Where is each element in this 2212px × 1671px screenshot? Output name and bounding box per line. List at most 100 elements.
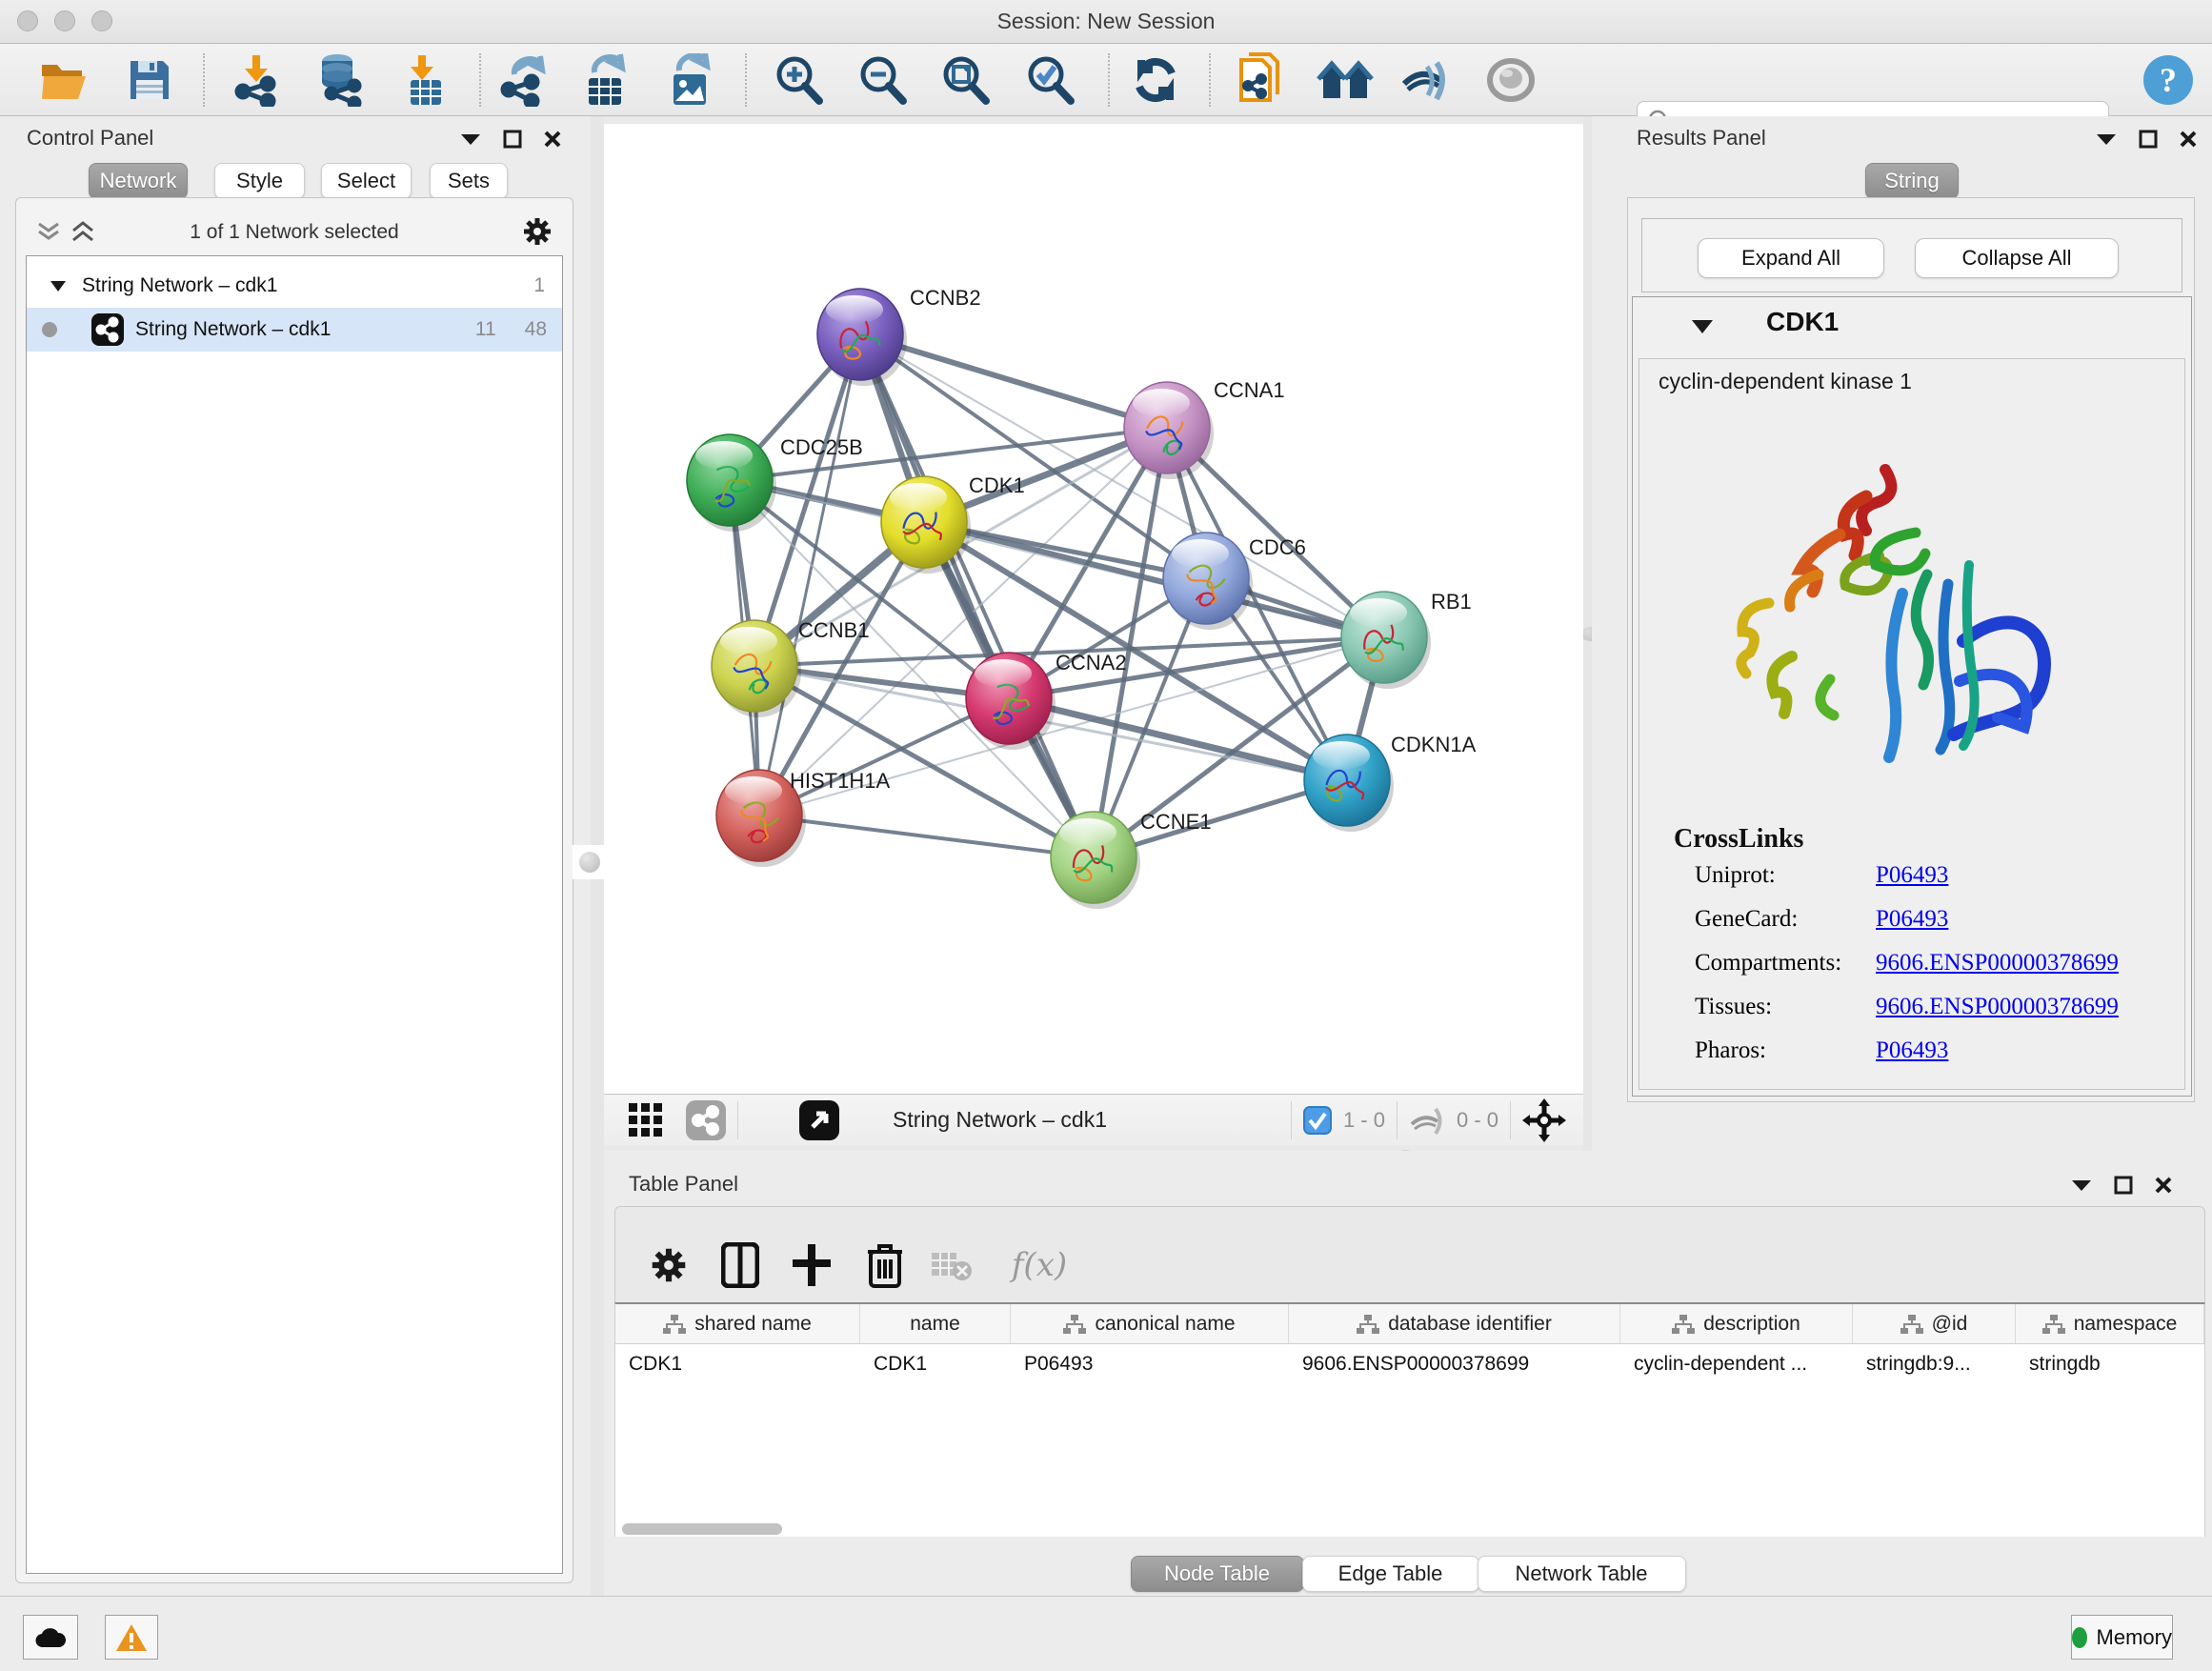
export-image-icon[interactable] [661, 51, 718, 109]
network-edge-CCNB2-HIST1H1A[interactable] [759, 334, 860, 815]
expand-all-button[interactable]: Expand All [1698, 238, 1884, 278]
collapse-panel-icon[interactable] [2070, 1178, 2093, 1193]
help-icon[interactable]: ? [2140, 51, 2197, 109]
column-header-canonical-name[interactable]: canonical name [1011, 1304, 1289, 1343]
table-horizontal-scrollbar[interactable] [614, 1521, 2205, 1537]
network-edge-HIST1H1A-CCNE1[interactable] [759, 815, 1094, 857]
delete-column-trash-icon[interactable] [855, 1236, 915, 1295]
column-header-namespace[interactable]: namespace [2016, 1304, 2204, 1343]
network-options-gear-icon[interactable] [521, 215, 553, 248]
float-panel-icon[interactable] [2139, 130, 2158, 149]
node-label-CDC6: CDC6 [1249, 535, 1306, 559]
add-column-icon[interactable] [782, 1236, 841, 1295]
table-cell[interactable]: cyclin-dependent ... [1620, 1344, 1853, 1386]
string-style-icon[interactable] [686, 1100, 726, 1140]
node-label-CCNA1: CCNA1 [1214, 378, 1285, 402]
left-splitter-handle[interactable] [573, 845, 607, 879]
cloud-status-button[interactable] [23, 1615, 78, 1660]
tab-edge-table[interactable]: Edge Table [1302, 1556, 1479, 1592]
close-panel-icon[interactable] [2154, 1176, 2173, 1195]
import-network-database-icon[interactable] [310, 51, 367, 109]
collapse-all-button[interactable]: Collapse All [1915, 238, 2119, 278]
section-expander-icon[interactable] [1690, 318, 1715, 335]
close-panel-icon[interactable] [543, 130, 562, 149]
node-label-CCNE1: CCNE1 [1140, 810, 1212, 834]
tab-style[interactable]: Style [214, 163, 305, 199]
save-session-icon[interactable] [121, 51, 178, 109]
protein-structure-image [1678, 441, 2078, 841]
crosslink-link[interactable]: P06493 [1876, 862, 1948, 889]
column-header-database-identifier[interactable]: database identifier [1289, 1304, 1620, 1343]
refresh-layout-icon[interactable] [1127, 51, 1184, 109]
column-header-shared-name[interactable]: shared name [615, 1304, 860, 1343]
selected-nodes-checkbox-icon[interactable] [1303, 1106, 1332, 1135]
tab-node-table[interactable]: Node Table [1131, 1556, 1304, 1592]
tab-select[interactable]: Select [321, 163, 412, 199]
zoom-out-icon[interactable] [854, 51, 911, 109]
close-panel-icon[interactable] [2179, 130, 2198, 149]
node-count: 11 [475, 318, 496, 341]
tab-network-table[interactable]: Network Table [1478, 1556, 1686, 1592]
network-collection-label: String Network – cdk1 [82, 274, 277, 297]
tab-string[interactable]: String [1865, 163, 1959, 199]
home-icon[interactable] [1317, 51, 1374, 109]
table-settings-gear-icon[interactable] [639, 1236, 698, 1295]
delete-table-icon [922, 1236, 981, 1295]
title-bar: Session: New Session [0, 0, 2212, 44]
export-network-icon[interactable] [494, 51, 552, 109]
memory-button[interactable]: Memory [2071, 1615, 2173, 1660]
export-table-icon[interactable] [576, 51, 633, 109]
show-eye-icon[interactable] [1482, 51, 1539, 109]
import-table-icon[interactable] [396, 51, 453, 109]
show-columns-icon[interactable] [711, 1236, 770, 1295]
hide-selected-eye-icon[interactable] [1398, 51, 1455, 109]
node-label-CDKN1A: CDKN1A [1391, 733, 1477, 756]
network-collection-row[interactable]: String Network – cdk1 1 [27, 264, 562, 308]
tree-expander-icon[interactable] [50, 280, 67, 292]
expand-collapse-box: Expand All Collapse All [1641, 218, 2182, 292]
scrollbar-thumb[interactable] [622, 1523, 782, 1535]
table-cell[interactable]: stringdb [2016, 1344, 2204, 1386]
collapse-panel-icon[interactable] [2095, 131, 2118, 147]
network-graph[interactable]: CCNB2CCNA1CDC25BCDK1CDC6RB1CCNB1CCNA2CDK… [604, 124, 1583, 1094]
fit-content-crosshair-icon[interactable] [1522, 1098, 1566, 1142]
network-row-selected[interactable]: String Network – cdk1 11 48 [27, 308, 562, 352]
toolbar-separator [203, 53, 205, 107]
control-panel-title: Control Panel [27, 126, 153, 151]
open-in-window-icon[interactable] [799, 1100, 839, 1140]
column-header-description[interactable]: description [1620, 1304, 1853, 1343]
network-edge-CCNB2-CCNE1[interactable] [860, 334, 1094, 857]
column-header-name[interactable]: name [860, 1304, 1011, 1343]
network-view-canvas[interactable]: CCNB2CCNA1CDC25BCDK1CDC6RB1CCNB1CCNA2CDK… [604, 124, 1583, 1094]
crosslink-label: GeneCard: [1695, 906, 1798, 932]
float-panel-icon[interactable] [503, 130, 522, 149]
zoom-selected-icon[interactable] [1021, 51, 1078, 109]
table-cell[interactable]: stringdb:9... [1853, 1344, 2016, 1386]
table-cell[interactable]: P06493 [1011, 1344, 1289, 1386]
crosslink-link[interactable]: P06493 [1876, 1037, 1948, 1064]
tab-sets[interactable]: Sets [430, 163, 508, 199]
tab-network[interactable]: Network [89, 163, 188, 199]
toolbar-separator [745, 53, 747, 107]
network-edge-CCNB2-CCNA1[interactable] [860, 334, 1167, 428]
table-cell[interactable]: CDK1 [615, 1344, 860, 1386]
collapse-panel-icon[interactable] [459, 131, 482, 147]
zoom-in-icon[interactable] [770, 51, 827, 109]
warnings-button[interactable] [105, 1615, 158, 1660]
main-toolbar: ? [0, 44, 2212, 116]
table-cell[interactable]: 9606.ENSP00000378699 [1289, 1344, 1620, 1386]
table-row[interactable]: CDK1CDK1P064939606.ENSP00000378699cyclin… [615, 1344, 2204, 1386]
copy-network-document-icon[interactable] [1232, 51, 1289, 109]
crosslink-link[interactable]: P06493 [1876, 906, 1948, 933]
crosslink-link[interactable]: 9606.ENSP00000378699 [1876, 950, 2119, 976]
table-cell[interactable]: CDK1 [860, 1344, 1011, 1386]
float-panel-icon[interactable] [2114, 1176, 2133, 1195]
open-session-icon[interactable] [36, 51, 93, 109]
column-header--id[interactable]: @id [1853, 1304, 2016, 1343]
protein-description: cyclin-dependent kinase 1 [1659, 369, 1912, 394]
zoom-fit-icon[interactable] [936, 51, 994, 109]
crosslink-label: Pharos: [1695, 1037, 1766, 1063]
import-network-file-icon[interactable] [229, 51, 286, 109]
birds-eye-view-icon[interactable] [627, 1101, 665, 1139]
crosslink-link[interactable]: 9606.ENSP00000378699 [1876, 994, 2119, 1020]
